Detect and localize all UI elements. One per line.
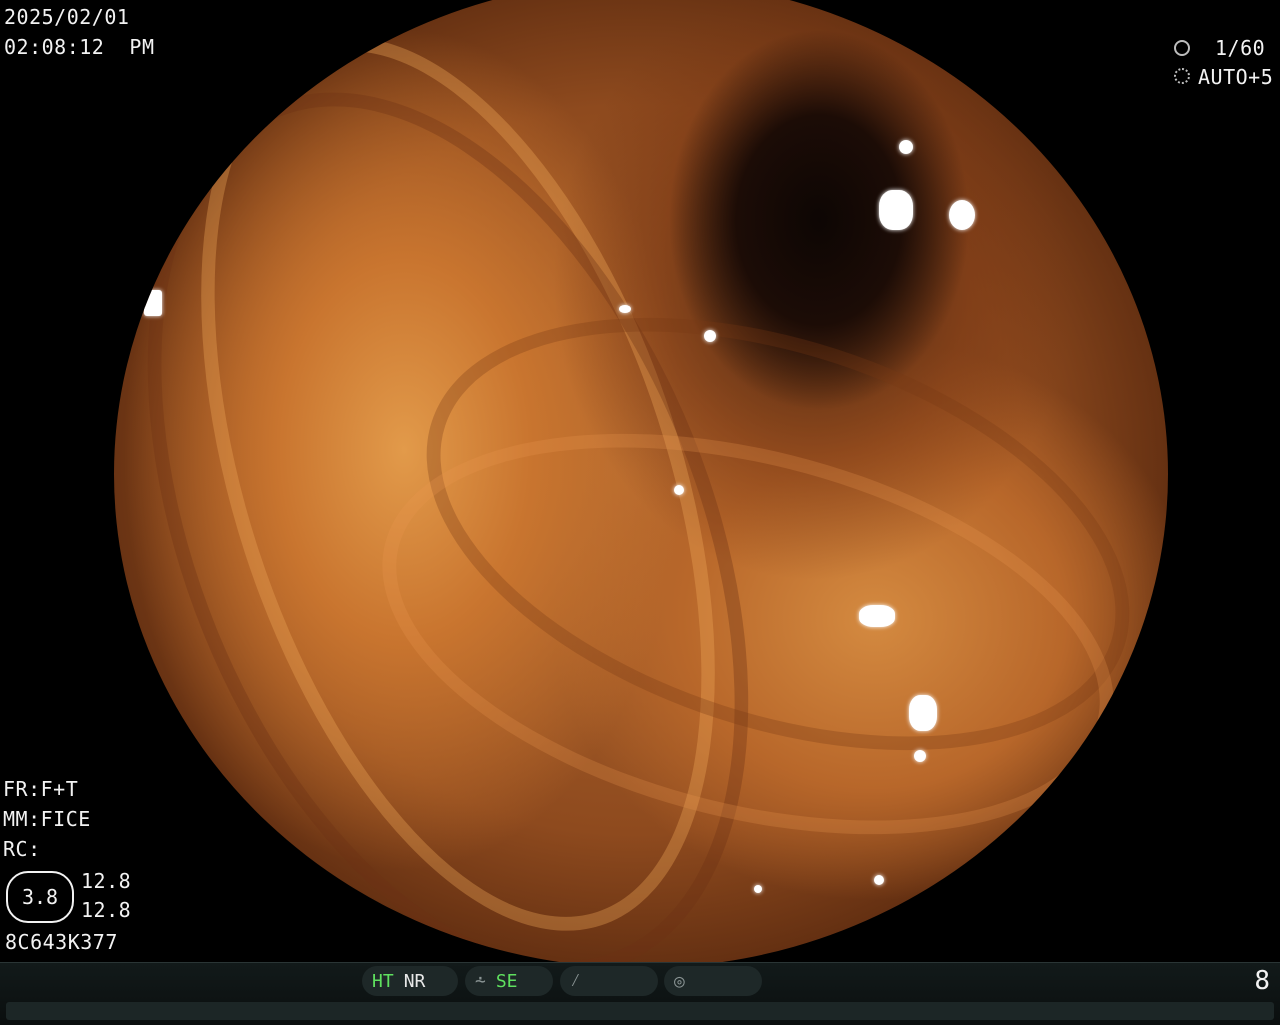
endoscope-view [114, 0, 1168, 968]
nr-label: NR [403, 970, 426, 992]
freeze-indicator: ⁄ [560, 966, 658, 996]
ht-nr-indicator: HT NR [362, 966, 458, 996]
shutter-icon [1174, 40, 1190, 56]
freeze-icon: ⁄ [570, 970, 581, 991]
light-reflection [949, 200, 975, 230]
light-reflection [899, 140, 913, 154]
light-reflection [619, 305, 631, 313]
light-reflection [879, 190, 913, 230]
ring-value-badge: 3.8 [6, 871, 74, 923]
light-reflection [704, 330, 716, 342]
se-indicator: ⩪ SE [465, 966, 553, 996]
mode-label: MM:FICE [3, 807, 91, 831]
date-label: 2025/02/01 [4, 5, 130, 29]
shutter-speed-label: 1/60 [1215, 36, 1266, 60]
se-label: SE [495, 970, 518, 992]
rc-label: RC: [3, 837, 41, 861]
signal-icon: ◎ [674, 970, 685, 992]
light-reflection [754, 885, 762, 893]
light-reflection [674, 485, 684, 495]
value-top-label: 12.8 [81, 869, 132, 893]
serial-label: 8C643K377 [5, 930, 118, 954]
page-number: 8 [1254, 966, 1270, 996]
exposure-label: AUTO+5 [1198, 65, 1274, 89]
light-reflection [859, 605, 895, 627]
light-reflection [144, 290, 162, 316]
light-reflection [914, 750, 926, 762]
time-label: 02:08:12 PM [4, 35, 155, 59]
frame-rate-label: FR:F+T [3, 777, 79, 801]
light-reflection [909, 695, 937, 731]
aperture-icon [1174, 68, 1190, 84]
value-bottom-label: 12.8 [81, 898, 132, 922]
light-reflection [874, 875, 884, 885]
signal-indicator: ◎ [664, 966, 762, 996]
structure-enhance-icon: ⩪ [475, 970, 486, 992]
status-strip [6, 1002, 1274, 1020]
ht-label: HT [372, 970, 394, 992]
